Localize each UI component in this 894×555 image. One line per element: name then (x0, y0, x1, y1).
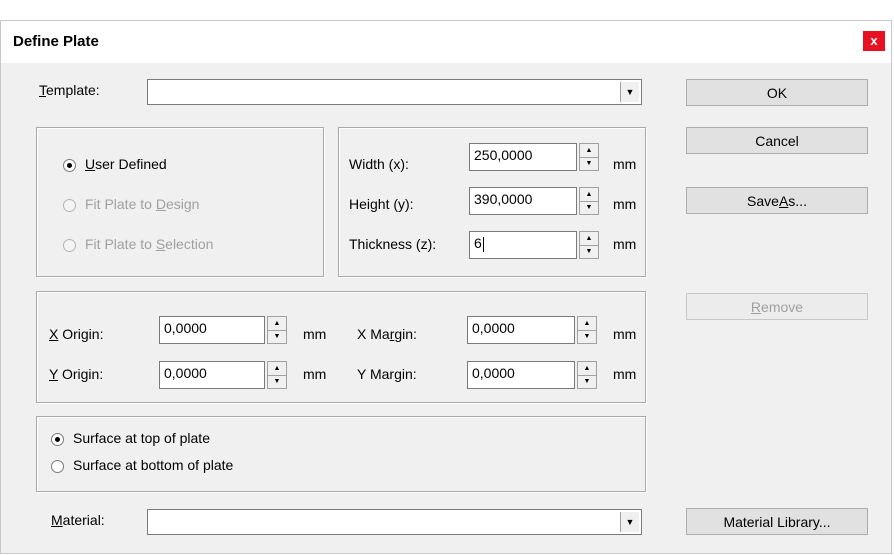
x-margin-unit: mm (613, 326, 637, 342)
x-origin-label: X Origin: (49, 326, 104, 342)
thickness-unit: mm (613, 236, 637, 252)
spin-up-icon[interactable]: ▲ (580, 144, 598, 158)
surface-bottom-radio[interactable] (51, 460, 64, 473)
height-label: Height (y): (349, 196, 414, 212)
dialog-title: Define Plate (13, 33, 99, 50)
spin-up-icon[interactable]: ▲ (578, 362, 596, 376)
spin-down-icon[interactable]: ▼ (578, 375, 596, 388)
surface-bottom-label[interactable]: Surface at bottom of plate (73, 457, 233, 473)
material-dropdown[interactable]: ▼ (147, 509, 642, 535)
x-margin-spin-buttons[interactable]: ▲ ▼ (577, 316, 597, 344)
spin-up-icon[interactable]: ▲ (580, 188, 598, 202)
y-origin-label: Y Origin: (49, 366, 104, 382)
y-margin-unit: mm (613, 366, 637, 382)
x-origin-unit: mm (303, 326, 327, 342)
y-margin-spin-buttons[interactable]: ▲ ▼ (577, 361, 597, 389)
template-dropdown[interactable]: ▼ (147, 79, 642, 105)
width-input[interactable]: 250,0000 (469, 143, 577, 171)
define-plate-dialog: Define Plate x Template: ▼ OK Cancel Sav… (0, 20, 892, 554)
y-origin-unit: mm (303, 366, 327, 382)
material-library-button[interactable]: Material Library... (686, 508, 868, 535)
user-defined-radio[interactable] (63, 159, 76, 172)
spin-down-icon[interactable]: ▼ (578, 330, 596, 343)
y-origin-input[interactable]: 0,0000 (159, 361, 265, 389)
remove-button[interactable]: Remove (686, 293, 868, 320)
chevron-down-icon[interactable]: ▼ (620, 82, 639, 102)
height-unit: mm (613, 196, 637, 212)
width-unit: mm (613, 156, 637, 172)
spin-down-icon[interactable]: ▼ (268, 375, 286, 388)
spin-down-icon[interactable]: ▼ (580, 245, 598, 258)
x-origin-spin-buttons[interactable]: ▲ ▼ (267, 316, 287, 344)
thickness-input[interactable]: 6 (469, 231, 577, 259)
width-label: Width (x): (349, 156, 409, 172)
height-input[interactable]: 390,0000 (469, 187, 577, 215)
surface-top-radio[interactable] (51, 433, 64, 446)
ok-button[interactable]: OK (686, 79, 868, 106)
x-margin-label: X Margin: (357, 326, 417, 342)
surface-top-label[interactable]: Surface at top of plate (73, 430, 210, 446)
width-spin-buttons[interactable]: ▲ ▼ (579, 143, 599, 171)
fit-plate-to-design-radio[interactable] (63, 199, 76, 212)
material-label: Material: (51, 512, 105, 528)
spin-down-icon[interactable]: ▼ (580, 157, 598, 170)
y-margin-input[interactable]: 0,0000 (467, 361, 575, 389)
spin-up-icon[interactable]: ▲ (578, 317, 596, 331)
spin-down-icon[interactable]: ▼ (268, 330, 286, 343)
height-spin-buttons[interactable]: ▲ ▼ (579, 187, 599, 215)
user-defined-label[interactable]: User Defined (85, 156, 167, 172)
spin-up-icon[interactable]: ▲ (268, 362, 286, 376)
fit-plate-to-selection-label[interactable]: Fit Plate to Selection (85, 236, 213, 252)
title-bar: Define Plate x (1, 21, 891, 63)
x-margin-input[interactable]: 0,0000 (467, 316, 575, 344)
spin-down-icon[interactable]: ▼ (580, 201, 598, 214)
y-origin-spin-buttons[interactable]: ▲ ▼ (267, 361, 287, 389)
surface-group (36, 416, 646, 492)
chevron-down-icon[interactable]: ▼ (620, 512, 639, 532)
thickness-spin-buttons[interactable]: ▲ ▼ (579, 231, 599, 259)
spin-up-icon[interactable]: ▲ (268, 317, 286, 331)
spin-up-icon[interactable]: ▲ (580, 232, 598, 246)
close-icon[interactable]: x (863, 31, 885, 51)
fit-plate-to-selection-radio[interactable] (63, 239, 76, 252)
template-label: Template: (39, 82, 100, 98)
thickness-value: 6 (474, 235, 482, 251)
y-margin-label: Y Margin: (357, 366, 417, 382)
text-caret (482, 236, 484, 252)
cancel-button[interactable]: Cancel (686, 127, 868, 154)
x-origin-input[interactable]: 0,0000 (159, 316, 265, 344)
thickness-label: Thickness (z): (349, 236, 437, 252)
save-as-button[interactable]: Save As... (686, 187, 868, 214)
fit-plate-to-design-label[interactable]: Fit Plate to Design (85, 196, 199, 212)
